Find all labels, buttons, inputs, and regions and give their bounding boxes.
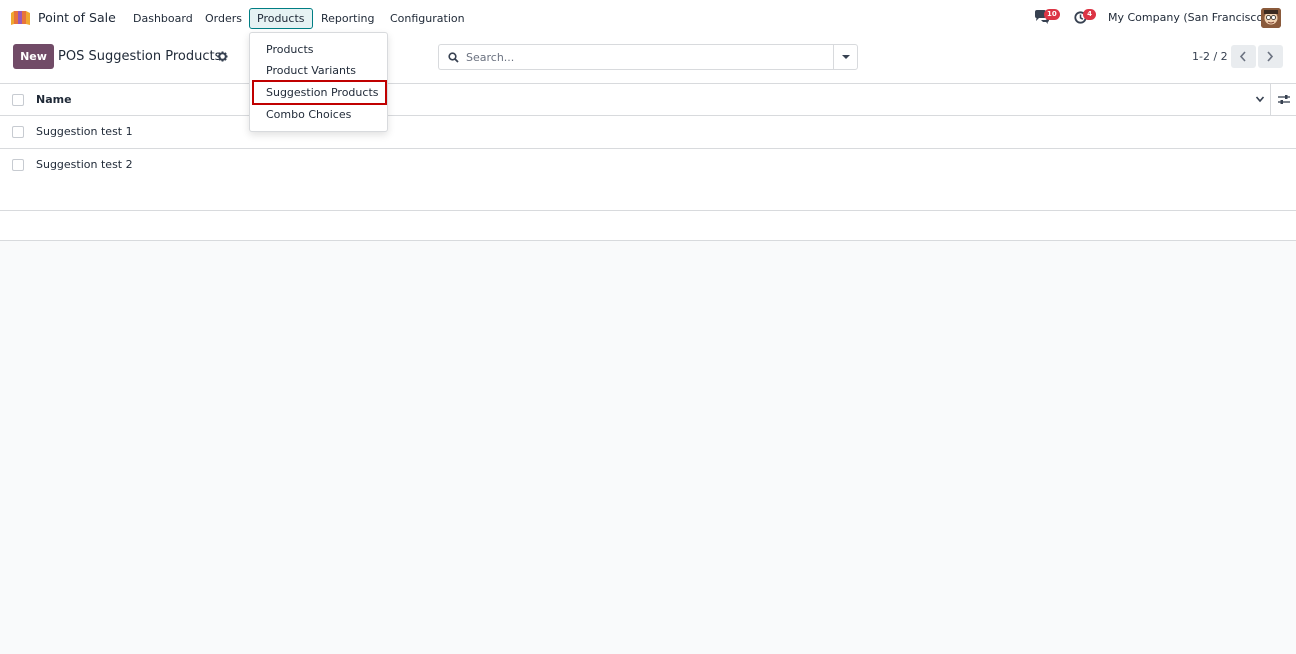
table-row[interactable]: Suggestion test 2 — [0, 149, 1296, 182]
company-switcher[interactable]: My Company (San Francisco) — [1108, 11, 1267, 24]
activities-count-badge: 4 — [1083, 9, 1096, 20]
row-name-cell[interactable]: Suggestion test 2 — [36, 158, 133, 171]
search-options-toggle[interactable] — [833, 44, 858, 70]
top-navbar: Point of Sale Dashboard Orders Products … — [0, 0, 1296, 36]
search-input[interactable] — [466, 45, 826, 69]
empty-row — [0, 181, 1296, 211]
column-header-name[interactable]: Name — [36, 93, 72, 106]
dropdown-item-suggestion-products[interactable]: Suggestion Products — [252, 80, 387, 105]
dropdown-item-combo-choices[interactable]: Combo Choices — [266, 108, 351, 121]
chevron-left-icon — [1239, 51, 1246, 62]
app-logo[interactable] — [10, 8, 31, 28]
gear-icon[interactable] — [217, 51, 228, 62]
chevron-down-icon[interactable] — [1255, 94, 1265, 104]
chevron-right-icon — [1267, 51, 1274, 62]
pos-shop-icon — [11, 11, 30, 25]
table-row[interactable]: Suggestion test 1 — [0, 116, 1296, 149]
caret-down-icon — [842, 55, 850, 59]
list-header: Name — [0, 84, 1296, 116]
row-checkbox[interactable] — [12, 159, 24, 171]
products-dropdown-menu: Products Product Variants Suggestion Pro… — [249, 32, 388, 132]
new-button[interactable]: New — [13, 44, 54, 69]
search-icon — [448, 52, 459, 63]
row-checkbox[interactable] — [12, 126, 24, 138]
dropdown-item-products[interactable]: Products — [266, 43, 314, 56]
user-avatar-icon — [1261, 8, 1281, 28]
select-all-checkbox[interactable] — [12, 94, 24, 106]
optional-columns-button[interactable] — [1270, 84, 1296, 116]
control-panel: New POS Suggestion Products 1-2 / 2 — [0, 36, 1296, 84]
sliders-icon — [1278, 95, 1290, 104]
menu-dashboard[interactable]: Dashboard — [125, 8, 201, 29]
menu-orders[interactable]: Orders — [197, 8, 250, 29]
empty-row — [0, 211, 1296, 241]
dropdown-item-product-variants[interactable]: Product Variants — [266, 64, 356, 77]
user-avatar[interactable] — [1261, 8, 1281, 28]
pager-next-button[interactable] — [1258, 45, 1283, 68]
row-name-cell[interactable]: Suggestion test 1 — [36, 125, 133, 138]
messages-count-badge: 10 — [1044, 9, 1060, 20]
app-name[interactable]: Point of Sale — [38, 10, 116, 25]
pager-previous-button[interactable] — [1231, 45, 1256, 68]
menu-reporting[interactable]: Reporting — [313, 8, 382, 29]
menu-products[interactable]: Products — [249, 8, 313, 29]
menu-configuration[interactable]: Configuration — [382, 8, 473, 29]
search-bar[interactable] — [438, 44, 834, 70]
page-title: POS Suggestion Products — [58, 49, 222, 64]
pager-value[interactable]: 1-2 / 2 — [1192, 50, 1228, 63]
